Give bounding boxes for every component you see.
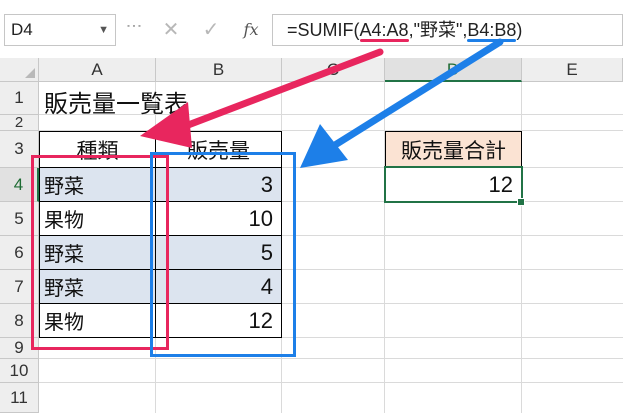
formula-range: A4:A8	[359, 20, 409, 40]
worksheet-grid: A B C D E 1 2 3 4 5 6 7 8 9 10 11 販売量一覧表	[0, 58, 623, 413]
row-header-1[interactable]: 1	[0, 82, 39, 115]
formula-suffix: )	[516, 20, 523, 40]
formula-prefix: =SUMIF(	[287, 20, 360, 40]
formula-sum-range: B4:B8	[467, 20, 517, 40]
insert-function-icon[interactable]: fx	[236, 14, 266, 46]
select-all-button[interactable]	[0, 58, 39, 82]
criteria-range-highlight	[31, 155, 169, 350]
column-header-e[interactable]: E	[522, 58, 623, 82]
formula-bar: D4 ▼ ⋮ ✕ ✓ fx =SUMIF(A4:A8,"野菜",B4:B8)	[0, 0, 623, 59]
enter-icon[interactable]: ✓	[196, 14, 226, 46]
name-box-value: D4	[11, 20, 33, 39]
formula-bar-splitter[interactable]: ⋮	[125, 18, 142, 35]
chevron-down-icon[interactable]: ▼	[98, 15, 109, 45]
row-header-10[interactable]: 10	[0, 359, 39, 383]
cancel-icon[interactable]: ✕	[156, 14, 186, 46]
active-cell-border	[384, 166, 523, 203]
cell-d3-total-label[interactable]: 販売量合計	[385, 131, 522, 168]
fill-handle[interactable]	[517, 198, 525, 206]
row-header-2[interactable]: 2	[0, 114, 39, 131]
column-header-a[interactable]: A	[39, 58, 156, 82]
column-header-b[interactable]: B	[156, 58, 282, 82]
column-header-c[interactable]: C	[282, 58, 385, 82]
formula-criteria: ,"野菜",	[408, 20, 468, 40]
formula-input[interactable]: =SUMIF(A4:A8,"野菜",B4:B8)	[272, 14, 623, 46]
column-header-d[interactable]: D	[385, 58, 522, 82]
row-header-11[interactable]: 11	[0, 383, 39, 413]
name-box[interactable]: D4 ▼	[4, 14, 116, 46]
sheet-title[interactable]: 販売量一覧表	[44, 84, 188, 119]
formula-buttons: ✕ ✓ fx	[152, 14, 270, 46]
sum-range-highlight	[150, 152, 296, 357]
